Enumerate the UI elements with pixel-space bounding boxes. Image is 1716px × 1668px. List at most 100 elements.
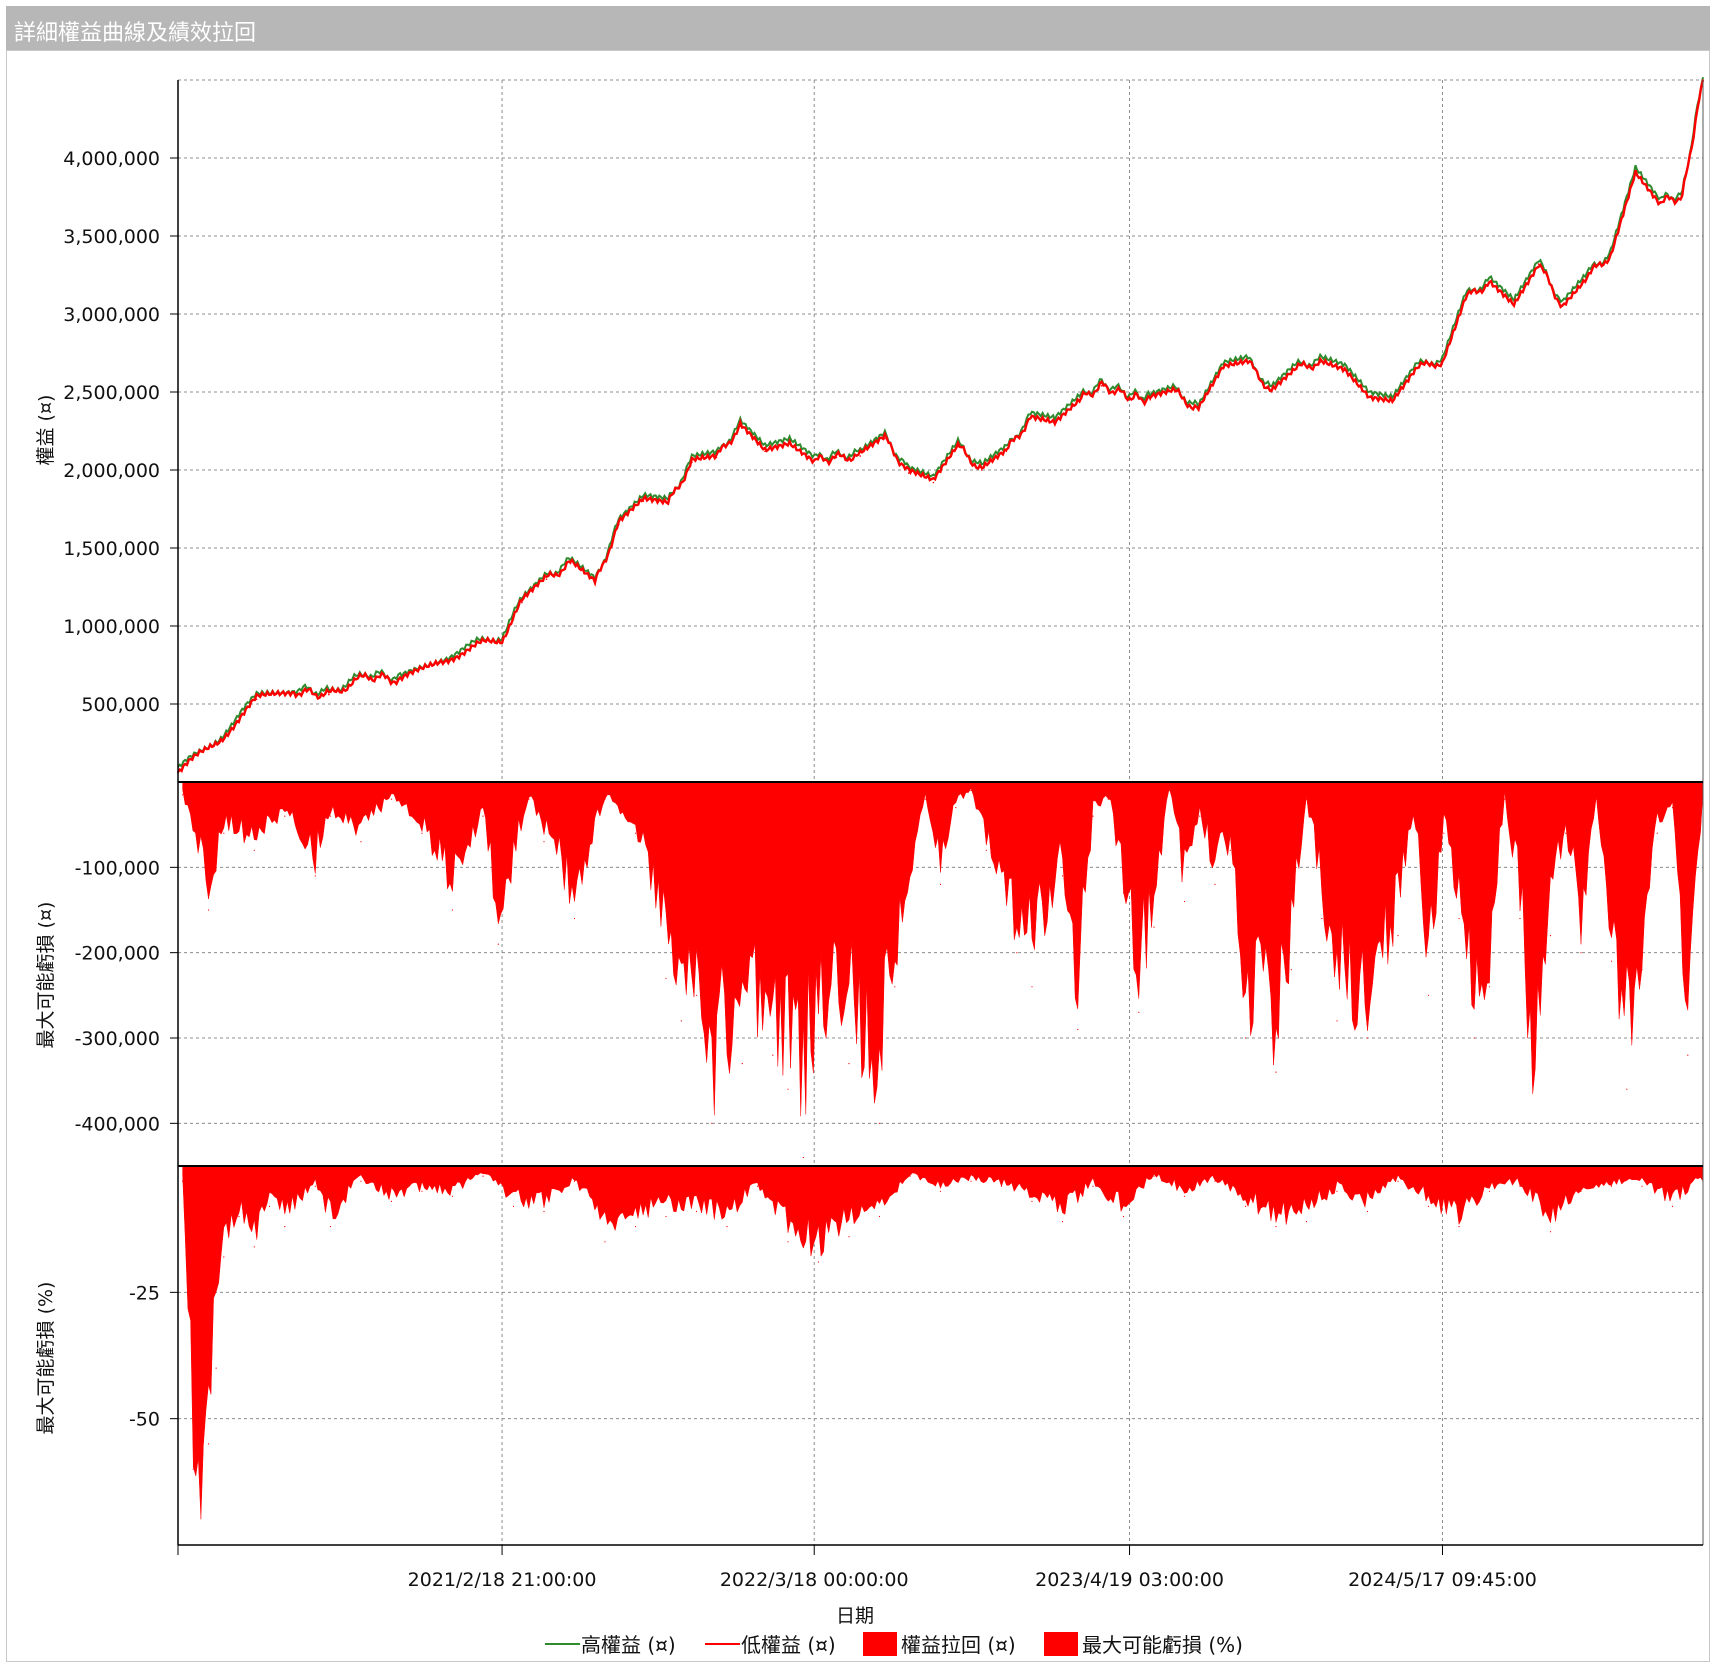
drawdown-value-area-point	[421, 832, 423, 834]
equity-point	[1659, 200, 1661, 203]
legend-label: 權益拉回 (¤)	[901, 1633, 1016, 1657]
drawdown-value-area-point	[390, 798, 393, 800]
equity-point	[907, 472, 910, 474]
equity-point	[1464, 297, 1467, 300]
equity-point	[328, 693, 330, 696]
equity-point	[739, 425, 742, 428]
equity-point	[1100, 385, 1103, 387]
drawdown-value-area-point	[1412, 815, 1414, 817]
legend-box-swatch	[863, 1632, 897, 1656]
drawdown-value-area-point	[1122, 892, 1125, 894]
legend-box-swatch	[1044, 1632, 1078, 1656]
drawdown-percent-area-point	[1183, 1195, 1186, 1197]
drawdown-percent-area-point	[1519, 1185, 1521, 1187]
drawdown-percent-area-point	[1244, 1205, 1247, 1207]
drawdown-value-area-point	[1443, 832, 1445, 834]
drawdown-value-area-point	[1229, 849, 1231, 851]
drawdown-percent-area-point	[604, 1241, 606, 1243]
y-tick-label: 3,000,000	[63, 304, 160, 326]
equity-point	[1586, 275, 1588, 278]
drawdown-percent-area-point	[1366, 1210, 1369, 1213]
drawdown-value-area-point	[1016, 952, 1018, 954]
y-tick-label: 1,500,000	[63, 538, 160, 560]
high-equity-line	[177, 77, 1704, 768]
equity-point	[1295, 367, 1298, 370]
drawdown-percent-area-point	[253, 1246, 255, 1248]
drawdown-value-area-point	[223, 832, 225, 834]
equity-point	[474, 645, 476, 648]
drawdown-value-area-point	[1244, 1037, 1247, 1039]
drawdown-percent-area-point	[1336, 1190, 1338, 1192]
equity-point	[1344, 369, 1346, 372]
drawdown-value-area-point	[741, 1063, 743, 1065]
equity-point	[1247, 361, 1249, 364]
equity-point	[255, 698, 258, 701]
drawdown-percent-area-point	[939, 1190, 942, 1192]
drawdown-value-area-point	[1031, 986, 1033, 988]
drawdown-value-area-point	[1290, 969, 1292, 971]
drawdown-percent-area-point	[1458, 1226, 1460, 1228]
drawdown-percent-area	[182, 1165, 1704, 1520]
drawdown-percent-area-point	[192, 1468, 194, 1470]
drawdown-percent-area-point	[390, 1200, 393, 1202]
drawdown-value-area-point	[1473, 1037, 1475, 1039]
equity-point	[1513, 303, 1515, 306]
equity-point	[1634, 169, 1637, 172]
drawdown-value-area-point	[939, 883, 942, 886]
drawdown-percent-area-point	[512, 1205, 515, 1207]
drawdown-value-area-point	[1687, 1054, 1689, 1056]
drawdown-value-area-point	[543, 841, 545, 843]
equity-point	[642, 500, 645, 503]
drawdown-value-area-point	[894, 986, 896, 988]
equity-point	[859, 455, 862, 457]
drawdown-value-area-point	[1214, 883, 1216, 886]
drawdown-percent-area-point	[182, 1180, 184, 1182]
equity-point	[813, 459, 815, 462]
low-equity-line	[177, 79, 1705, 773]
equity-point	[667, 503, 669, 506]
drawdown-value-area-point	[1168, 789, 1170, 792]
drawdown-percent-area-point	[1580, 1190, 1582, 1192]
drawdown-value-area-point	[604, 798, 606, 800]
drawdown-percent-area-point	[360, 1180, 362, 1182]
drawdown-value-area-point	[329, 815, 332, 817]
drawdown-percent-area-point	[1214, 1180, 1216, 1182]
chart-marks	[177, 77, 1705, 1546]
drawdown-percent-area-point	[909, 1175, 911, 1177]
y-tick-label: 2,500,000	[63, 382, 160, 404]
drawdown-value-area-point	[1153, 926, 1155, 928]
drawdown-percent-area-point	[1153, 1175, 1155, 1177]
drawdown-value-area-point	[284, 815, 286, 817]
drawdown-percent-area-point	[284, 1226, 286, 1228]
y-tick-label: 2,000,000	[63, 460, 160, 482]
equity-drawdown-chart: 500,000 1,000,000 1,500,000 2,000,000 2,500,…	[35, 77, 1705, 1657]
equity-point	[764, 450, 766, 453]
equity-point	[220, 737, 222, 740]
equity-point	[932, 481, 935, 484]
drawdown-percent-area-point	[1122, 1215, 1125, 1218]
y-tick-label: 1,000,000	[63, 616, 160, 638]
x-tick-label: 2024/5/17 09:45:00	[1348, 1569, 1537, 1591]
drawdown-value-area-point	[1061, 875, 1064, 877]
equity-point	[1319, 361, 1321, 364]
y-tick-label: 500,000	[81, 694, 160, 716]
drawdown-value-area-point	[924, 798, 926, 800]
drawdown-percent-area-point	[329, 1226, 332, 1228]
drawdown-value-area-point	[1626, 1088, 1628, 1090]
equity-point	[501, 637, 503, 640]
equity-point	[594, 583, 596, 585]
drawdown-value-area-point	[695, 994, 698, 996]
y-tick-label: -400,000	[75, 1113, 160, 1135]
drawdown-percent-area-point	[1671, 1205, 1674, 1207]
equity-point	[715, 456, 718, 459]
drawdown-percent-y-axis-label: 最大可能虧損 (%)	[35, 1282, 57, 1435]
drawdown-value-area-point	[528, 798, 530, 800]
equity-point	[569, 562, 572, 565]
drawdown-value-area-point	[1427, 994, 1430, 996]
drawdown-percent-area-point	[787, 1241, 789, 1243]
drawdown-percent-area-point	[421, 1190, 423, 1192]
equity-point	[1610, 253, 1612, 256]
drawdown-value-area-point	[802, 1156, 804, 1159]
drawdown-value-area-point	[817, 1037, 820, 1039]
drawdown-value-area-point	[497, 943, 499, 945]
